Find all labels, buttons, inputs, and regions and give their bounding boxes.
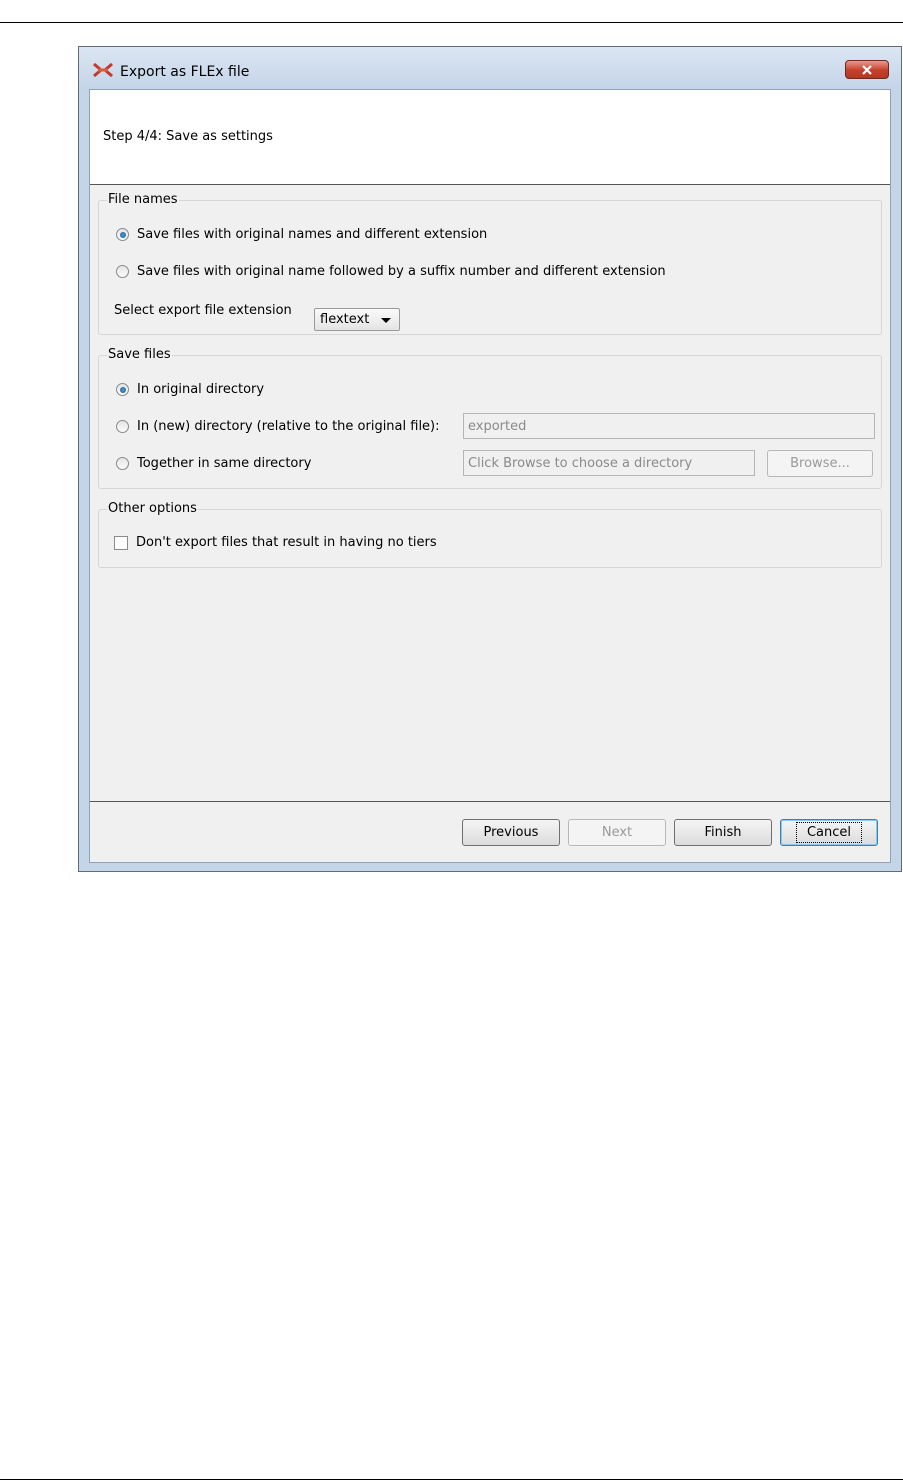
same-directory-value: Click Browse to choose a directory [468,455,693,471]
extension-select[interactable]: flextext [314,308,400,331]
close-icon [862,64,872,75]
save-option-same-dir[interactable]: Together in same directory [116,456,311,471]
previous-button-label: Previous [483,825,539,840]
no-tiers-checkbox[interactable] [114,535,128,550]
same-directory-field[interactable]: Click Browse to choose a directory [463,450,755,476]
dialog-client-area: Step 4/4: Save as settings File names Sa… [89,89,891,863]
page-bottom-rule [0,1479,903,1480]
no-tiers-label: Don't export files that result in having… [136,535,437,550]
step-label: Step 4/4: Save as settings [103,129,273,144]
option-original-directory-label: In original directory [137,382,265,397]
step-header: Step 4/4: Save as settings [90,90,890,185]
previous-button[interactable]: Previous [462,819,560,846]
save-files-title: Save files [107,347,172,362]
new-directory-value: exported [468,418,527,434]
other-options-title: Other options [107,501,198,516]
file-names-option-original[interactable]: Save files with original names and diffe… [116,227,487,242]
radio-same-directory[interactable] [116,457,129,470]
close-button[interactable] [845,60,889,79]
save-option-new-dir[interactable]: In (new) directory (relative to the orig… [116,419,440,434]
radio-suffix-number[interactable] [116,265,129,278]
page-top-rule [0,22,903,23]
browse-button-label: Browse... [790,456,850,471]
extension-label-row: Select export file extension [114,303,292,318]
file-names-group: File names Save files with original name… [98,192,882,335]
extension-label: Select export file extension [114,303,292,318]
new-directory-field[interactable]: exported [463,413,875,439]
title-bar[interactable]: Export as FLEx file [79,47,901,89]
footer-divider [90,801,890,802]
cancel-button-label: Cancel [795,822,863,843]
next-button-label: Next [601,825,633,840]
radio-original-directory[interactable] [116,383,129,396]
no-tiers-option[interactable]: Don't export files that result in having… [114,535,437,550]
file-names-title: File names [107,192,179,207]
option-same-directory-label: Together in same directory [137,456,312,471]
extension-select-value: flextext [320,312,370,327]
file-names-option-suffix[interactable]: Save files with original name followed b… [116,264,666,279]
finish-button-label: Finish [704,825,742,840]
chevron-down-icon [381,318,391,323]
radio-new-directory[interactable] [116,420,129,433]
option-original-names-label: Save files with original names and diffe… [137,227,488,242]
other-options-group: Other options Don't export files that re… [98,501,882,568]
option-suffix-number-label: Save files with original name followed b… [137,264,666,279]
browse-button[interactable]: Browse... [767,450,873,477]
export-dialog: Export as FLEx file Step 4/4: Save as se… [78,46,902,872]
finish-button[interactable]: Finish [674,819,772,846]
option-new-directory-label: In (new) directory (relative to the orig… [137,419,440,434]
elan-x-icon [93,62,113,78]
radio-original-names[interactable] [116,228,129,241]
next-button[interactable]: Next [568,819,666,846]
save-option-original-dir[interactable]: In original directory [116,382,264,397]
save-files-group: Save files In original directory In (new… [98,347,882,489]
cancel-button[interactable]: Cancel [780,819,878,846]
window-title: Export as FLEx file [120,64,250,80]
